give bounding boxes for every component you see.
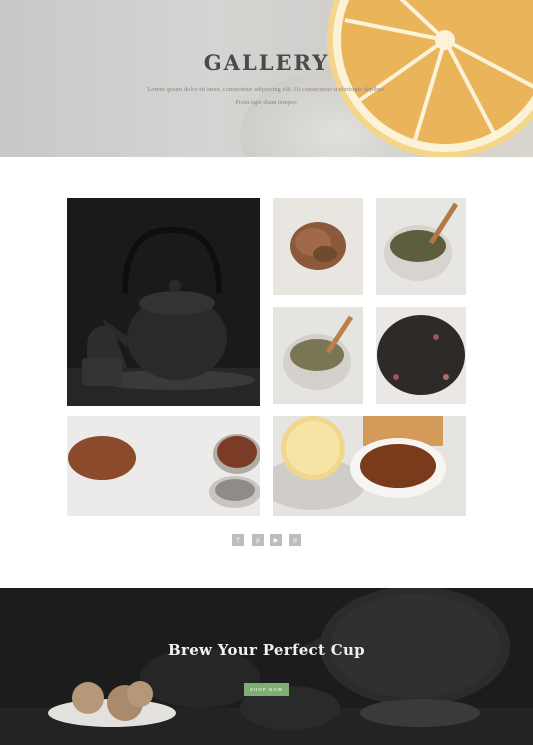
gallery-image-rooibos[interactable] (67, 416, 260, 516)
youtube-icon[interactable]: ▶ (270, 534, 282, 546)
lemon-tea-image (273, 416, 466, 516)
black-tea-roses-image (376, 307, 466, 404)
rooibos-image (67, 416, 260, 516)
green-tea-mortar-image (376, 198, 466, 295)
gallery-image-lemon-tea[interactable] (273, 416, 466, 516)
hero-subtitle: Lorem ipsum dolor sit amet, consectetur … (147, 86, 386, 106)
teapot-image (67, 198, 260, 406)
gallery-image-herbal-pile[interactable] (273, 198, 363, 295)
shop-now-button[interactable]: SHOP NOW (244, 683, 289, 696)
page-title: GALLERY (203, 50, 330, 75)
gallery-image-teapot[interactable] (67, 198, 260, 406)
gallery-image-black-tea-roses[interactable] (376, 307, 466, 404)
pinterest-icon[interactable]: p (252, 534, 264, 546)
facebook-icon[interactable]: f (232, 534, 244, 546)
cta-banner (0, 588, 533, 745)
cta-title: Brew Your Perfect Cup (168, 641, 365, 659)
gallery-hero: GALLERY Lorem ipsum dolor sit amet, cons… (0, 0, 533, 157)
herbal-mortar-image (273, 307, 363, 404)
cta-background-image (0, 588, 533, 745)
lemon-image (327, 0, 533, 157)
instagram-icon[interactable]: ◎ (289, 534, 301, 546)
gallery-image-herbal-mortar[interactable] (273, 307, 363, 404)
gallery-image-green-tea-mortar[interactable] (376, 198, 466, 295)
herbal-pile-image (273, 198, 363, 295)
